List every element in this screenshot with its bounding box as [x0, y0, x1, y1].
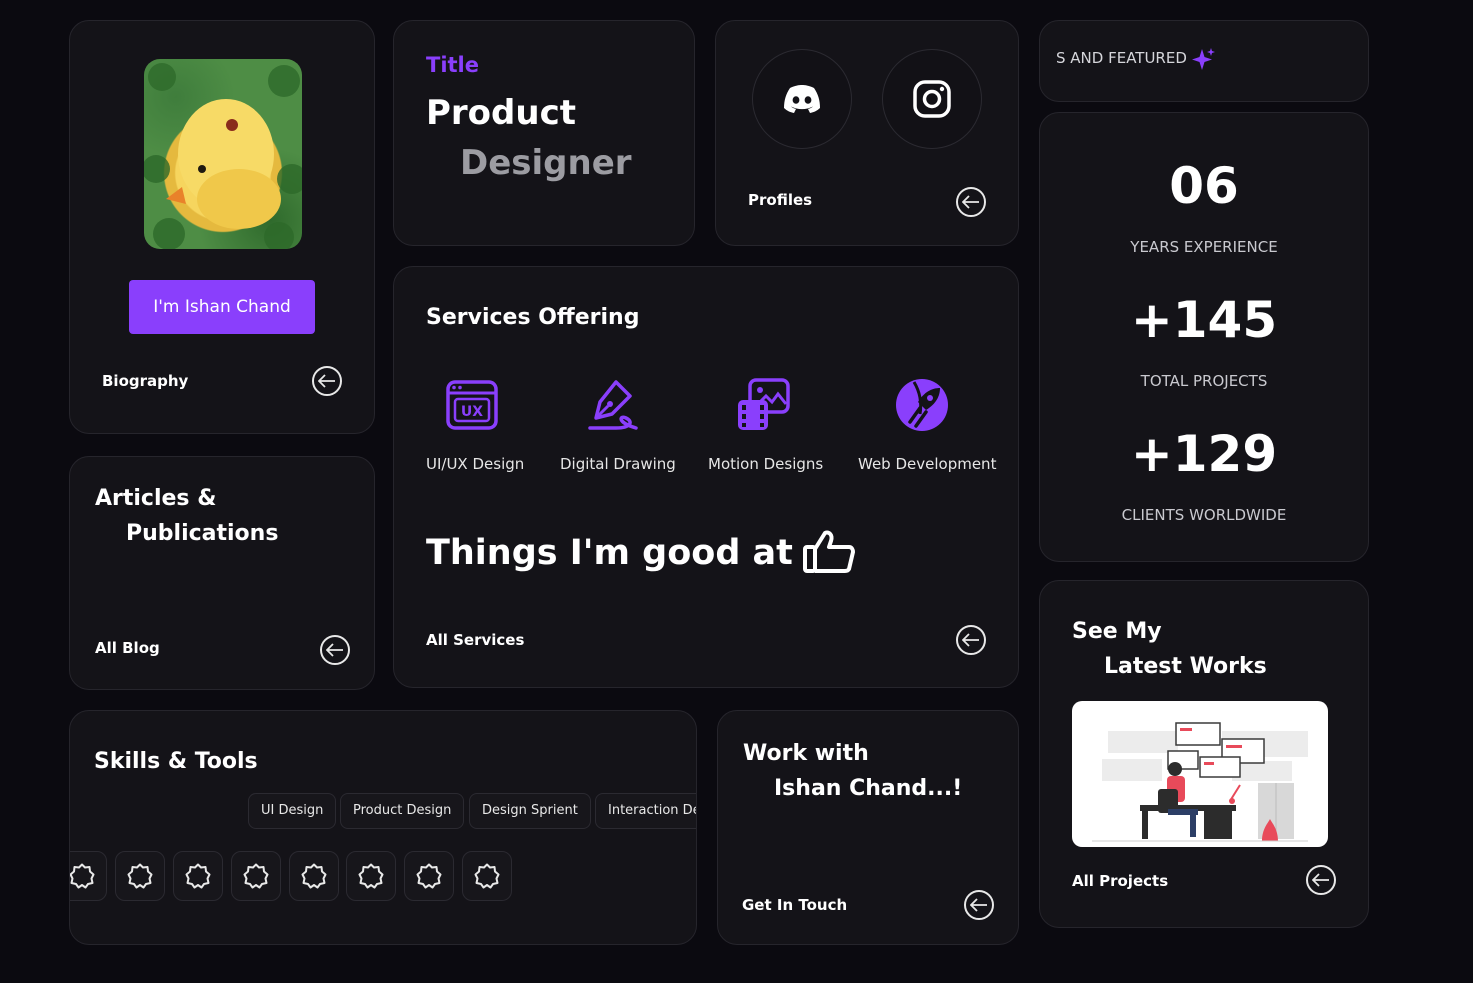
skill-tag: UI Design — [248, 793, 337, 829]
discord-icon[interactable] — [752, 49, 852, 149]
get-in-touch-link[interactable]: Get In Touch — [742, 896, 847, 914]
stat-label: YEARS EXPERIENCE — [1130, 238, 1278, 256]
stat-value: 06 — [1169, 157, 1239, 215]
articles-line-1: Articles & — [95, 486, 217, 511]
arrow-left-icon[interactable] — [956, 187, 986, 217]
stats-card: 06 YEARS EXPERIENCE +145 TOTAL PROJECTS … — [1039, 112, 1369, 562]
service-label: Motion Designs — [708, 455, 824, 473]
work-line-1: Work with — [743, 741, 869, 766]
thumbs-up-icon — [802, 529, 855, 577]
stat-label: TOTAL PROJECTS — [1140, 372, 1268, 390]
tagline-text: Things I'm good at — [426, 533, 793, 573]
tool-icon — [289, 851, 339, 901]
bio-card: I'm Ishan Chand Biography — [69, 20, 375, 434]
latest-line-2: Latest Works — [1104, 654, 1267, 679]
svg-text:UX: UX — [461, 404, 483, 420]
sparkle-icon — [1190, 47, 1216, 77]
latest-works-card: See My Latest Works All Projects — [1039, 580, 1369, 928]
stat-label: CLIENTS WORLDWIDE — [1121, 506, 1287, 524]
skill-tag: Product Design — [340, 793, 465, 829]
instagram-icon[interactable] — [882, 49, 982, 149]
articles-line-2: Publications — [126, 521, 279, 546]
profiles-link[interactable]: Profiles — [748, 191, 812, 209]
pen-tool-icon — [586, 378, 642, 436]
service-label: UI/UX Design — [426, 455, 525, 473]
title-line-1: Product — [426, 93, 576, 133]
work-card: Work with Ishan Chand...! Get In Touch — [717, 710, 1019, 945]
title-card: Title Product Designer — [393, 20, 695, 246]
tool-icon — [404, 851, 454, 901]
services-tagline: Things I'm good at — [426, 529, 855, 577]
tool-icon — [346, 851, 396, 901]
name-button[interactable]: I'm Ishan Chand — [129, 280, 315, 334]
tool-icon — [173, 851, 223, 901]
latest-line-1: See My — [1072, 619, 1162, 644]
service-label: Digital Drawing — [560, 455, 676, 473]
marquee-card: S AND FEATURED — [1039, 20, 1369, 102]
title-eyebrow: Title — [426, 53, 480, 77]
arrow-left-icon[interactable] — [956, 625, 986, 655]
marquee-text: S AND FEATURED — [1056, 49, 1187, 67]
tool-icon — [231, 851, 281, 901]
rocket-icon — [894, 378, 950, 438]
ux-icon: UX — [446, 380, 498, 434]
arrow-left-icon[interactable] — [320, 635, 350, 665]
all-projects-link[interactable]: All Projects — [1072, 872, 1168, 890]
arrow-left-icon[interactable] — [312, 366, 342, 396]
profiles-card: Profiles — [715, 20, 1019, 246]
project-preview-image[interactable] — [1072, 701, 1328, 847]
biography-link[interactable]: Biography — [102, 372, 188, 390]
skills-heading: Skills & Tools — [94, 749, 258, 774]
services-card: Services Offering UX UI/UX Design Digita… — [393, 266, 1019, 688]
work-line-2: Ishan Chand...! — [774, 776, 963, 801]
tool-icon — [70, 851, 107, 901]
skill-tag: Design Sprient — [469, 793, 591, 829]
motion-icon — [736, 378, 790, 436]
articles-card: Articles & Publications All Blog — [69, 456, 375, 690]
tool-icon — [115, 851, 165, 901]
services-heading: Services Offering — [426, 305, 640, 330]
all-services-link[interactable]: All Services — [426, 631, 524, 649]
skills-card: Skills & Tools UI Design Product Design … — [69, 710, 697, 945]
skill-tag: Interaction Design — [595, 793, 696, 829]
service-label: Web Development — [858, 455, 997, 473]
stat-value: +129 — [1130, 425, 1278, 483]
stat-value: +145 — [1130, 291, 1278, 349]
tool-icon — [462, 851, 512, 901]
arrow-left-icon[interactable] — [964, 890, 994, 920]
title-line-2: Designer — [460, 143, 632, 183]
all-blog-link[interactable]: All Blog — [95, 639, 160, 657]
profile-photo — [144, 59, 302, 249]
arrow-left-icon[interactable] — [1306, 865, 1336, 895]
